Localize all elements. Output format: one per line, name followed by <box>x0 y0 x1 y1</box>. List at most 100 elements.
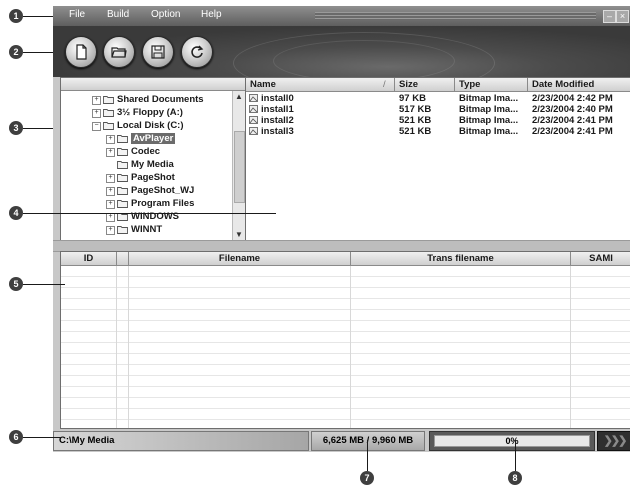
folder-icon <box>117 135 128 143</box>
expand-icon[interactable]: + <box>106 187 115 196</box>
expand-icon[interactable]: + <box>106 200 115 209</box>
bitmap-file-icon <box>249 94 258 102</box>
status-disk-usage: 6,625 MB / 9,960 MB <box>311 431 425 451</box>
collapse-icon[interactable]: − <box>92 122 101 131</box>
folder-icon <box>117 226 128 234</box>
sort-indicator-icon: / <box>383 79 386 90</box>
tree-item-label: PageShot_WJ <box>131 185 195 196</box>
minimize-button[interactable]: – <box>603 10 616 23</box>
tree-item-label: PageShot <box>131 172 175 183</box>
callout-4: 4 <box>9 206 23 220</box>
col-size[interactable]: Size <box>399 79 418 90</box>
file-list: Name / Size Type Date Modified install0 9… <box>246 77 630 242</box>
tree-item-label: My Media <box>131 159 174 170</box>
menu-file[interactable]: File <box>69 9 85 20</box>
open-button[interactable] <box>103 36 135 68</box>
col-name[interactable]: Name <box>250 79 276 90</box>
app-window: File Build Option Help – × + Shared Docu… <box>53 6 630 452</box>
callout-8-leader <box>515 440 516 471</box>
expand-icon[interactable]: + <box>106 213 115 222</box>
callout-7-leader <box>367 440 368 471</box>
tree-item-label: Codec <box>131 146 161 157</box>
expand-icon[interactable]: + <box>92 96 101 105</box>
file-row[interactable]: install1 517 KB Bitmap Ima... 2/23/2004 2:4… <box>246 104 630 115</box>
menu-option[interactable]: Option <box>151 9 180 20</box>
file-type: Bitmap Ima... <box>459 93 519 104</box>
callout-5-leader <box>23 284 65 285</box>
file-type: Bitmap Ima... <box>459 126 519 137</box>
file-row[interactable]: install2 521 KB Bitmap Ima... 2/23/2004 2:4… <box>246 115 630 126</box>
progress-percent: 0% <box>505 436 519 446</box>
file-row[interactable]: install3 521 KB Bitmap Ima... 2/23/2004 2:4… <box>246 126 630 137</box>
file-type: Bitmap Ima... <box>459 115 519 126</box>
expand-icon[interactable]: + <box>92 109 101 118</box>
bitmap-file-icon <box>249 105 258 113</box>
file-row[interactable]: install0 97 KB Bitmap Ima... 2/23/2004 2:42… <box>246 93 630 104</box>
file-name: install1 <box>261 104 294 115</box>
progress-track: 0% <box>434 435 590 447</box>
tree-item-label: Program Files <box>131 198 195 209</box>
conversion-grid: ID Filename Trans filename SAMI <box>60 251 630 429</box>
col-date-modified[interactable]: Date Modified <box>532 79 594 90</box>
folder-icon <box>117 200 128 208</box>
callout-6: 6 <box>9 430 23 444</box>
menu-build[interactable]: Build <box>107 9 129 20</box>
folder-tree: + Shared Documents +3½ Floppy (A:) − Local D… <box>60 77 246 242</box>
callout-8: 8 <box>508 471 522 485</box>
status-current-path: C:\My Media <box>53 431 309 451</box>
expand-icon[interactable]: + <box>106 226 115 235</box>
floppy-drive-icon <box>103 109 114 117</box>
callout-7: 7 <box>360 471 374 485</box>
folder-icon <box>103 96 114 104</box>
tree-item-label: AvPlayer <box>131 133 176 144</box>
expand-icon[interactable]: + <box>106 135 115 144</box>
folder-tree-scrollbar[interactable]: ▲ ▼ <box>232 91 245 241</box>
folder-icon <box>117 174 128 182</box>
file-size: 521 KB <box>399 126 432 137</box>
toolbar <box>53 26 630 94</box>
refresh-icon <box>191 45 204 58</box>
conversion-grid-body[interactable] <box>61 266 630 428</box>
file-name: install2 <box>261 115 294 126</box>
open-folder-icon <box>111 47 127 58</box>
tree-item-label: Local Disk (C:) <box>117 120 184 131</box>
file-name: install0 <box>261 93 294 104</box>
file-size: 517 KB <box>399 104 432 115</box>
file-date: 2/23/2004 2:40 PM <box>532 104 613 115</box>
scroll-up-icon[interactable]: ▲ <box>233 91 245 103</box>
bitmap-file-icon <box>249 127 258 135</box>
col-type[interactable]: Type <box>459 79 480 90</box>
file-size: 97 KB <box>399 93 426 104</box>
col-sami[interactable]: SAMI <box>571 253 630 264</box>
close-button[interactable]: × <box>616 10 629 23</box>
save-button[interactable] <box>142 36 174 68</box>
bitmap-file-icon <box>249 116 258 124</box>
current-path-text: C:\My Media <box>59 435 115 446</box>
refresh-button[interactable] <box>181 36 213 68</box>
expand-icon[interactable]: + <box>106 148 115 157</box>
file-type: Bitmap Ima... <box>459 104 519 115</box>
col-id[interactable]: ID <box>61 253 116 264</box>
folder-icon <box>117 161 128 169</box>
hard-disk-icon <box>103 122 114 130</box>
file-date: 2/23/2004 2:41 PM <box>532 126 613 137</box>
tree-item-label: WINNT <box>131 224 163 235</box>
callout-5: 5 <box>9 277 23 291</box>
file-date: 2/23/2004 2:41 PM <box>532 115 613 126</box>
status-bar: C:\My Media 6,625 MB / 9,960 MB 0% ❯❯❯ <box>53 429 630 452</box>
col-trans-filename[interactable]: Trans filename <box>351 253 570 264</box>
file-size: 521 KB <box>399 115 432 126</box>
expand-icon[interactable]: + <box>106 174 115 183</box>
folder-tree-scroll-thumb[interactable] <box>234 131 245 203</box>
toolbar-swirl-decoration-inner <box>273 40 455 82</box>
save-disk-icon <box>151 45 165 59</box>
callout-2: 2 <box>9 45 23 59</box>
col-filename[interactable]: Filename <box>129 253 350 264</box>
callout-1: 1 <box>9 9 23 23</box>
convert-go-button[interactable]: ❯❯❯ <box>597 431 630 451</box>
folder-icon <box>117 187 128 195</box>
tree-item-label: 3½ Floppy (A:) <box>117 107 183 118</box>
menu-help[interactable]: Help <box>201 9 222 20</box>
new-button[interactable] <box>65 36 97 68</box>
folder-tree-header <box>61 78 245 91</box>
